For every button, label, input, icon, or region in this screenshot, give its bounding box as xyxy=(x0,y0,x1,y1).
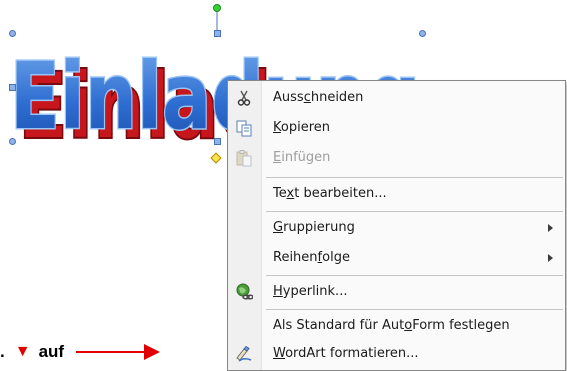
resize-handle-top-left[interactable] xyxy=(9,30,16,37)
hyperlink-globe-icon xyxy=(236,283,253,300)
submenu-arrow-icon xyxy=(548,254,553,262)
menu-item-grouping[interactable]: Gruppierung xyxy=(228,215,565,241)
resize-handle-top[interactable] xyxy=(214,30,221,37)
rotation-handle[interactable] xyxy=(213,4,221,12)
menu-item-copy[interactable]: Kopieren xyxy=(228,115,565,141)
copy-icon xyxy=(236,120,252,137)
menu-separator xyxy=(266,211,563,212)
instruction-word: auf xyxy=(38,342,65,361)
submenu-arrow-icon xyxy=(548,224,553,232)
instruction-line: . ▼ auf xyxy=(0,340,161,364)
menu-item-format-wordart[interactable]: WordArt formatieren... xyxy=(228,341,565,367)
instruction-prefix: . xyxy=(0,342,5,361)
menu-separator xyxy=(266,275,563,276)
paste-icon xyxy=(236,150,252,167)
menu-item-cut[interactable]: Ausschneiden xyxy=(228,85,565,111)
red-arrow-icon xyxy=(76,344,161,360)
menu-item-set-default-autoform[interactable]: Als Standard für AutoForm festlegen xyxy=(228,313,565,339)
context-menu: Ausschneiden Kopieren Einfügen Text bear… xyxy=(227,80,566,371)
resize-handle-bottom-left[interactable] xyxy=(9,138,16,145)
wordart-format-icon xyxy=(236,345,252,362)
menu-item-hyperlink[interactable]: Hyperlink... xyxy=(228,279,565,305)
resize-handle-left[interactable] xyxy=(9,84,16,91)
menu-item-order[interactable]: Reihenfolge xyxy=(228,245,565,271)
menu-separator xyxy=(266,309,563,310)
red-triangle-icon: ▼ xyxy=(14,343,31,360)
menu-item-edit-text[interactable]: Text bearbeiten... xyxy=(228,181,565,207)
menu-separator xyxy=(266,177,563,178)
scissors-icon xyxy=(237,90,251,106)
menu-item-paste: Einfügen xyxy=(228,145,565,171)
resize-handle-top-right[interactable] xyxy=(419,30,426,37)
resize-handle-bottom[interactable] xyxy=(214,138,221,145)
